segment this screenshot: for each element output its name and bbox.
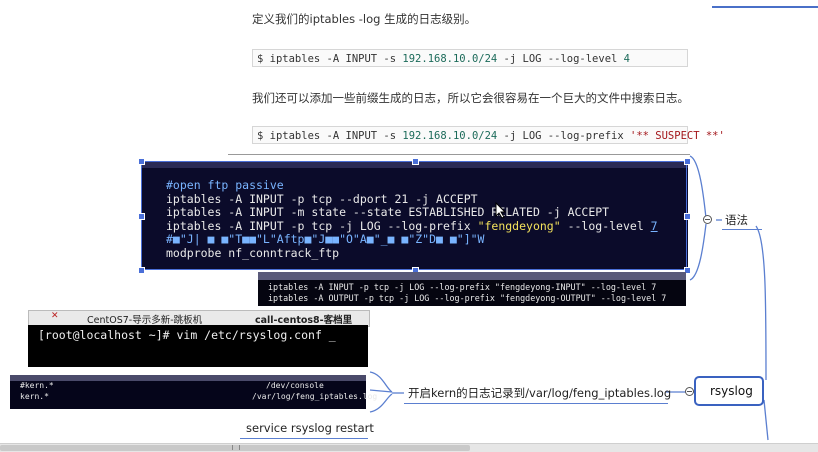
terminal-screenshot-log-prefix: iptables -A INPUT -p tcp -j LOG --log-pr… (258, 272, 686, 306)
selection-frame (141, 161, 687, 270)
mindmap-node-rsyslog: rsyslog (710, 384, 753, 398)
mouse-cursor-icon (495, 202, 507, 219)
resize-handle-tm[interactable] (412, 158, 419, 165)
terminal-screenshot-rsyslog-vim: [root@localhost ~]# vim /etc/rsyslog.con… (28, 325, 368, 367)
kern-node-underline (404, 403, 668, 404)
resize-handle-tr[interactable] (684, 158, 691, 165)
collapse-toggle-rsyslog[interactable] (685, 387, 694, 396)
resize-handle-mr[interactable] (684, 213, 691, 220)
collapse-toggle-syntax[interactable] (703, 215, 712, 224)
resize-handle-bl[interactable] (138, 267, 145, 274)
terminal-screenshot-kern-config: #kern.* /dev/console kern.* /var/log/fen… (10, 375, 377, 409)
term2-strip (258, 272, 686, 280)
tab-centos7[interactable]: CentOS7-导示多新-跳板机 (87, 312, 202, 326)
term4-col1a: #kern.* (20, 381, 54, 390)
resize-handle-ml[interactable] (138, 213, 145, 220)
syntax-node-underline (722, 229, 762, 230)
term4-col1b: kern.* (20, 392, 49, 401)
resize-handle-tl[interactable] (138, 158, 145, 165)
scrollbar-grip-icon (232, 445, 240, 450)
mindmap-node-kern-logging[interactable]: 开启kern的日志记录到/var/log/feng_iptables.log (408, 385, 671, 401)
mindmap-node-rsyslog-box[interactable]: rsyslog (694, 376, 764, 406)
tab-close-icon[interactable]: ✕ (51, 311, 59, 321)
mindmap-node-restart[interactable]: service rsyslog restart (246, 421, 374, 435)
term4-col2a: /dev/console (266, 381, 324, 390)
tab-centos8[interactable]: call-centos8-客档里 (255, 312, 352, 326)
term4-col2b: /var/log/feng_iptables.log (252, 392, 378, 401)
mindmap-node-syntax[interactable]: 语法 (725, 212, 748, 228)
term2-line2: iptables -A OUTPUT -p tcp -j LOG --log-p… (268, 293, 667, 303)
term3-prompt: [root@localhost ~]# vim /etc/rsyslog.con… (38, 328, 336, 342)
restart-node-underline (240, 438, 368, 439)
term2-line1: iptables -A INPUT -p tcp -j LOG --log-pr… (268, 282, 657, 292)
